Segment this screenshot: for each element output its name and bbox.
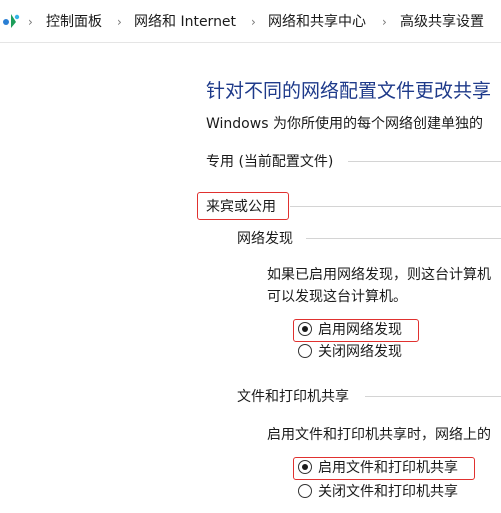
breadcrumb-network-internet[interactable]: 网络和 Internet [134,12,236,32]
radio-network-discovery-off-label[interactable]: 关闭网络发现 [318,342,402,362]
breadcrumb-separator: › [117,15,122,29]
network-discovery-heading: 网络发现 [237,231,293,247]
advanced-sharing-settings-page: › 控制面板 › 网络和 Internet › 网络和共享中心 › 高级共享设置… [0,0,501,513]
radio-dot [302,326,308,332]
breadcrumb-advanced-sharing[interactable]: 高级共享设置 [400,12,484,32]
radio-unselected-icon[interactable] [298,484,312,498]
profile-private-header[interactable]: 专用 (当前配置文件) [206,151,333,171]
breadcrumb-control-panel[interactable]: 控制面板 [46,12,102,32]
breadcrumb-network-sharing-center[interactable]: 网络和共享中心 [268,12,366,32]
section-divider [290,206,501,207]
breadcrumb-separator: › [382,15,387,29]
radio-unselected-icon[interactable] [298,344,312,358]
radio-file-printer-sharing-on-label[interactable]: 启用文件和打印机共享 [318,458,458,478]
section-divider [306,238,501,239]
radio-network-discovery-on-label[interactable]: 启用网络发现 [318,320,402,340]
radio-dot [302,464,308,470]
breadcrumb: › 控制面板 › 网络和 Internet › 网络和共享中心 › 高级共享设置 [0,0,501,43]
breadcrumb-separator: › [28,15,33,29]
radio-selected-icon[interactable] [298,460,312,474]
page-title: 针对不同的网络配置文件更改共享 [206,80,492,102]
network-discovery-text-line1: 如果已启用网络发现，则这台计算机 [267,267,491,283]
file-printer-sharing-heading: 文件和打印机共享 [237,389,349,405]
radio-selected-icon[interactable] [298,322,312,336]
radio-file-printer-sharing-off-label[interactable]: 关闭文件和打印机共享 [318,482,458,502]
file-printer-sharing-text-line1: 启用文件和打印机共享时，网络上的 [267,427,491,443]
section-divider [348,161,501,162]
network-discovery-text-line2: 可以发现这台计算机。 [267,289,407,305]
control-panel-icon[interactable] [2,12,20,30]
section-divider [365,396,501,397]
breadcrumb-separator: › [251,15,256,29]
profile-guest-public-header[interactable]: 来宾或公用 [206,196,276,216]
page-description: Windows 为你所使用的每个网络创建单独的 [206,116,483,132]
